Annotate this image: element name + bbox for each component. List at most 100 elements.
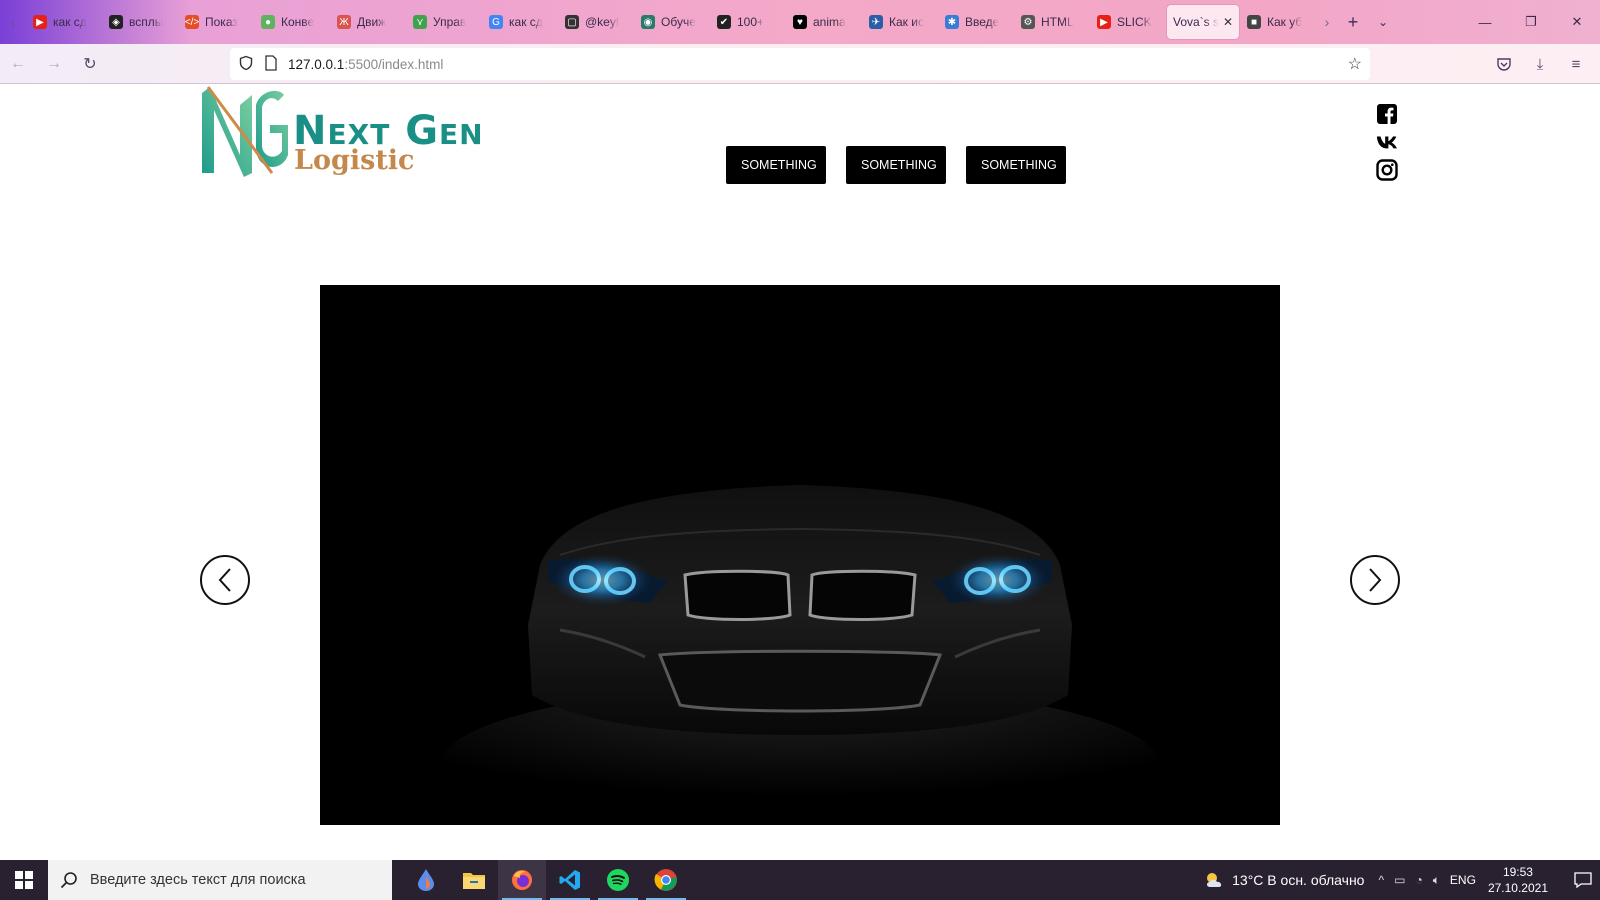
browser-tab-strip: ‹ ▶ как сд ◈ всплы </> Показ ● Конве Ж Движ ⋎ Управ… bbox=[0, 0, 1600, 44]
browser-navigation-bar: ← → ↻ 127.0.0.1:5500/index.html ☆ ⤓ ≡ bbox=[0, 44, 1600, 84]
volume-icon[interactable]: 🔈︎ bbox=[1433, 873, 1440, 888]
taskbar-app-firefox[interactable] bbox=[498, 860, 546, 900]
tab[interactable]: ● Конве bbox=[255, 5, 329, 39]
tab[interactable]: Ж Движ bbox=[331, 5, 405, 39]
forward-button[interactable]: → bbox=[36, 48, 72, 80]
minimize-button[interactable]: — bbox=[1462, 0, 1508, 44]
facebook-icon[interactable] bbox=[1376, 103, 1398, 125]
wifi-icon[interactable]: ◔ bbox=[1415, 873, 1422, 888]
tab-favicon-icon: ▶ bbox=[33, 15, 47, 29]
tab-label: HTML bbox=[1041, 15, 1074, 29]
tab-label: Vova`s s bbox=[1173, 15, 1220, 29]
tab-scroll-right-button[interactable]: › bbox=[1316, 14, 1338, 30]
url-path: :5500/index.html bbox=[344, 56, 444, 72]
logo-subtitle: Logistic bbox=[294, 145, 415, 176]
tab[interactable]: ▶ SLICK bbox=[1091, 5, 1165, 39]
close-tab-icon[interactable]: ✕ bbox=[1223, 15, 1233, 29]
tab-active[interactable]: Vova`s s ✕ bbox=[1167, 5, 1239, 39]
tab-label: Управ bbox=[433, 15, 467, 29]
search-placeholder: Введите здесь текст для поиска bbox=[90, 872, 306, 888]
pocket-icon[interactable] bbox=[1486, 48, 1522, 80]
tab[interactable]: Gкак сд bbox=[483, 5, 557, 39]
tab[interactable]: ♥ anima bbox=[787, 5, 861, 39]
menu-button-3[interactable]: SOMETHING bbox=[966, 146, 1066, 184]
chrome-icon bbox=[654, 869, 677, 891]
tab-label: Как ис bbox=[889, 15, 924, 29]
reload-button[interactable]: ↻ bbox=[72, 48, 108, 80]
tab-label: anima bbox=[813, 15, 846, 29]
tab[interactable]: ▢ @keyf bbox=[559, 5, 633, 39]
tab[interactable]: ⚙ HTML bbox=[1015, 5, 1089, 39]
menu-button-1[interactable]: SOMETHING bbox=[726, 146, 826, 184]
weather-text: 13°C В осн. облачно bbox=[1232, 872, 1365, 888]
taskbar-search-box[interactable]: Введите здесь текст для поиска bbox=[48, 860, 392, 900]
downloads-icon[interactable]: ⤓ bbox=[1522, 48, 1558, 80]
tab-favicon-icon: ▶ bbox=[1097, 15, 1111, 29]
back-button[interactable]: ← bbox=[0, 48, 36, 80]
logo[interactable]: Next Gen Logistic bbox=[200, 85, 505, 185]
restore-button[interactable]: ❐ bbox=[1508, 0, 1554, 44]
taskbar-app-chrome[interactable] bbox=[642, 860, 690, 900]
chevron-left-icon bbox=[218, 568, 231, 592]
tab-favicon-icon: ✱ bbox=[945, 15, 959, 29]
tab[interactable]: ▶ как сд bbox=[27, 5, 101, 39]
tab-label: Конве bbox=[281, 15, 315, 29]
tab-label: Движ bbox=[357, 15, 387, 29]
tab-label: как сд bbox=[53, 15, 87, 29]
tab[interactable]: ✱ Введе bbox=[939, 5, 1013, 39]
tab[interactable]: ⋎ Управ bbox=[407, 5, 481, 39]
window-controls: — ❐ ✕ bbox=[1462, 0, 1600, 44]
tracking-protection-icon[interactable] bbox=[238, 55, 254, 74]
clock-date: 27.10.2021 bbox=[1487, 881, 1548, 895]
tab[interactable]: ✔ 100+ bbox=[711, 5, 785, 39]
vk-icon[interactable] bbox=[1376, 131, 1398, 153]
tab-list: ▶ как сд ◈ всплы </> Показ ● Конве Ж Движ ⋎ Управ Gк… bbox=[26, 0, 1316, 44]
taskbar-app-vscode[interactable] bbox=[546, 860, 594, 900]
tab[interactable]: ✈ Как ис bbox=[863, 5, 937, 39]
input-language[interactable]: ENG bbox=[1450, 873, 1476, 887]
taskbar-app-spotify[interactable] bbox=[594, 860, 642, 900]
start-button[interactable] bbox=[0, 860, 48, 900]
tab[interactable]: ■ Как уб bbox=[1241, 5, 1315, 39]
tab-scroll-left-button[interactable]: ‹ bbox=[0, 14, 26, 30]
tab-favicon-icon: ● bbox=[261, 15, 275, 29]
menu-button-2[interactable]: SOMETHING bbox=[846, 146, 946, 184]
slider-next-button[interactable] bbox=[1350, 555, 1400, 605]
show-hidden-icons-chevron-icon[interactable]: ^ bbox=[1378, 873, 1384, 888]
instagram-icon[interactable] bbox=[1376, 159, 1398, 181]
tab-favicon-icon: </> bbox=[184, 15, 200, 29]
tab-label: Показ bbox=[205, 15, 238, 29]
tab-favicon-icon: ◈ bbox=[109, 15, 123, 29]
bookmark-star-icon[interactable]: ☆ bbox=[1348, 54, 1362, 74]
slider-image-car-headlights bbox=[320, 285, 1280, 825]
menu-hamburger-icon[interactable]: ≡ bbox=[1558, 48, 1594, 80]
web-page: Next Gen Logistic SOMETHING SOMETHING SO… bbox=[0, 85, 1600, 860]
taskbar-app-file-explorer[interactable] bbox=[450, 860, 498, 900]
close-window-button[interactable]: ✕ bbox=[1554, 0, 1600, 44]
slider-prev-button[interactable] bbox=[200, 555, 250, 605]
page-icon bbox=[264, 54, 278, 74]
search-icon bbox=[60, 872, 77, 889]
url-host: 127.0.0.1 bbox=[288, 56, 345, 72]
battery-icon[interactable]: ▭ bbox=[1394, 873, 1405, 888]
address-bar[interactable]: 127.0.0.1:5500/index.html ☆ bbox=[230, 48, 1370, 80]
folder-icon bbox=[463, 873, 485, 889]
tab-favicon-icon: Ж bbox=[337, 15, 351, 29]
tab-label: как сд bbox=[509, 15, 543, 29]
weather-widget[interactable]: 13°C В осн. облачно bbox=[1204, 871, 1364, 889]
tab-favicon-icon: ▢ bbox=[565, 15, 579, 29]
notifications-icon[interactable] bbox=[1566, 872, 1600, 888]
tab-label: @keyf bbox=[585, 15, 620, 29]
tab-label: Как уб bbox=[1267, 15, 1303, 29]
taskbar-app-droplet[interactable] bbox=[402, 860, 450, 900]
clock[interactable]: 19:53 27.10.2021 bbox=[1488, 864, 1548, 896]
tab[interactable]: </> Показ bbox=[179, 5, 253, 39]
tab-favicon-icon: ⋎ bbox=[413, 15, 427, 29]
chevron-right-icon bbox=[1369, 568, 1382, 592]
list-all-tabs-button[interactable]: ⌄ bbox=[1368, 15, 1398, 29]
new-tab-button[interactable]: + bbox=[1338, 12, 1368, 33]
droplet-app-icon bbox=[418, 869, 434, 891]
tab[interactable]: ◈ всплы bbox=[103, 5, 177, 39]
windows-logo-icon bbox=[15, 871, 33, 889]
tab[interactable]: ◉ Обуче bbox=[635, 5, 709, 39]
